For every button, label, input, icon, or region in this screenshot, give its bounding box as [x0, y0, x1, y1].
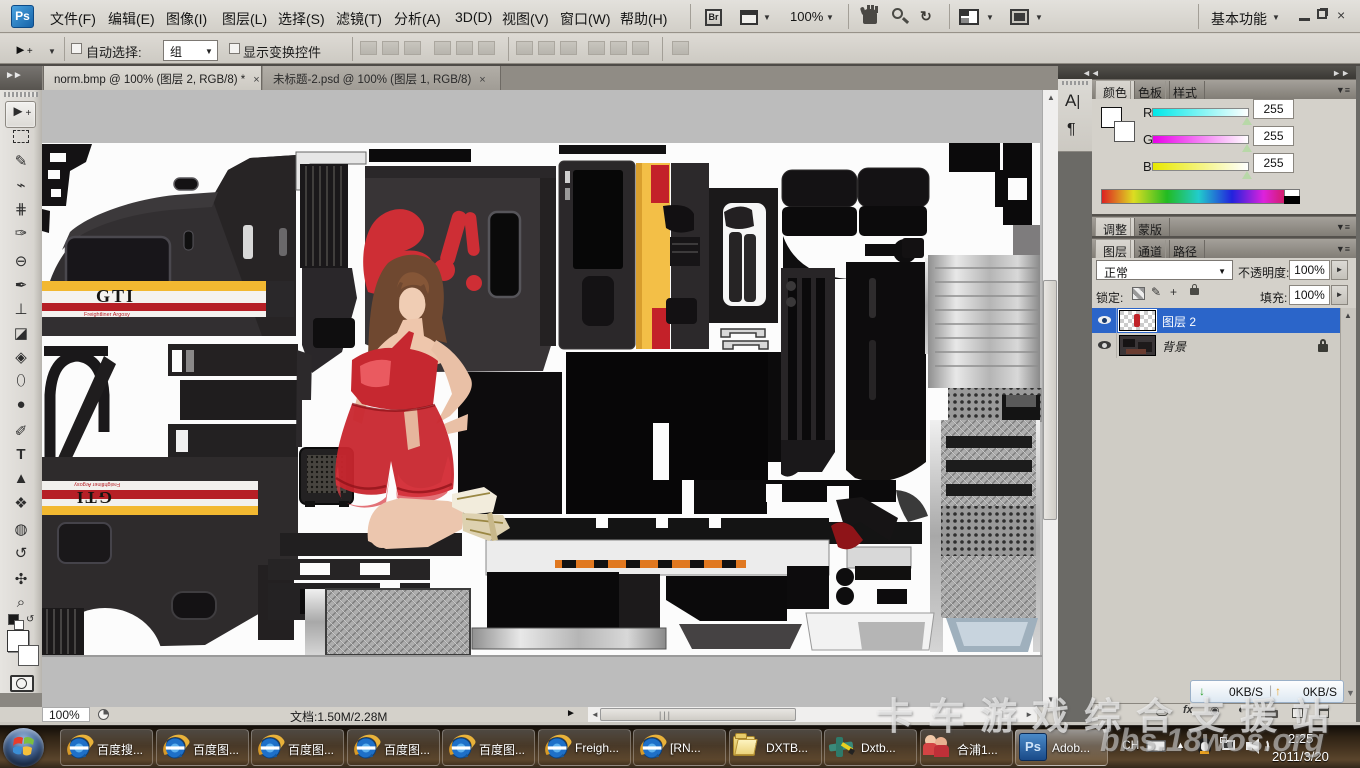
svg-text:GTI: GTI [75, 488, 112, 507]
svg-text:GTI: GTI [96, 286, 135, 306]
svg-text:Freightliner Argosy: Freightliner Argosy [84, 312, 130, 318]
svg-text:Freightliner Argosy: Freightliner Argosy [74, 481, 120, 487]
